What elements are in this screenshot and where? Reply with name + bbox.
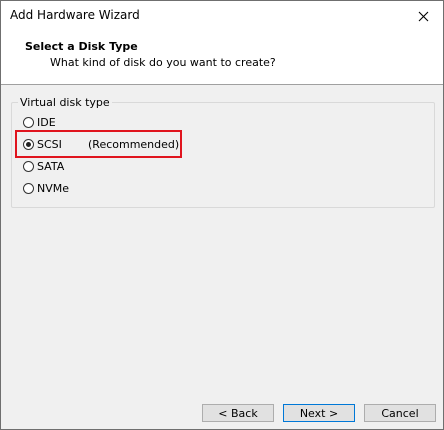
radio-circle-icon	[23, 116, 34, 128]
back-button[interactable]: < Back	[202, 404, 274, 422]
page-title: Select a Disk Type	[25, 40, 138, 53]
close-icon	[418, 11, 428, 21]
radio-ide[interactable]: IDE	[23, 114, 56, 130]
radio-label-sata: SATA	[37, 159, 65, 173]
next-button[interactable]: Next >	[283, 404, 355, 422]
highlight-annotation	[15, 130, 182, 158]
close-button[interactable]	[403, 1, 443, 31]
radio-label-nvme: NVMe	[37, 181, 70, 195]
radio-label-ide: IDE	[37, 115, 56, 129]
wizard-header: Select a Disk Type What kind of disk do …	[1, 31, 443, 85]
page-subtitle: What kind of disk do you want to create?	[50, 56, 276, 69]
radio-circle-icon	[23, 160, 34, 172]
window-title: Add Hardware Wizard	[10, 8, 140, 22]
title-bar: Add Hardware Wizard	[1, 1, 443, 31]
wizard-window: Add Hardware Wizard Select a Disk Type W…	[0, 0, 444, 430]
group-legend: Virtual disk type	[18, 96, 112, 109]
cancel-button[interactable]: Cancel	[364, 404, 436, 422]
radio-circle-icon	[23, 182, 34, 194]
radio-sata[interactable]: SATA	[23, 158, 64, 174]
radio-nvme[interactable]: NVMe	[23, 180, 69, 196]
